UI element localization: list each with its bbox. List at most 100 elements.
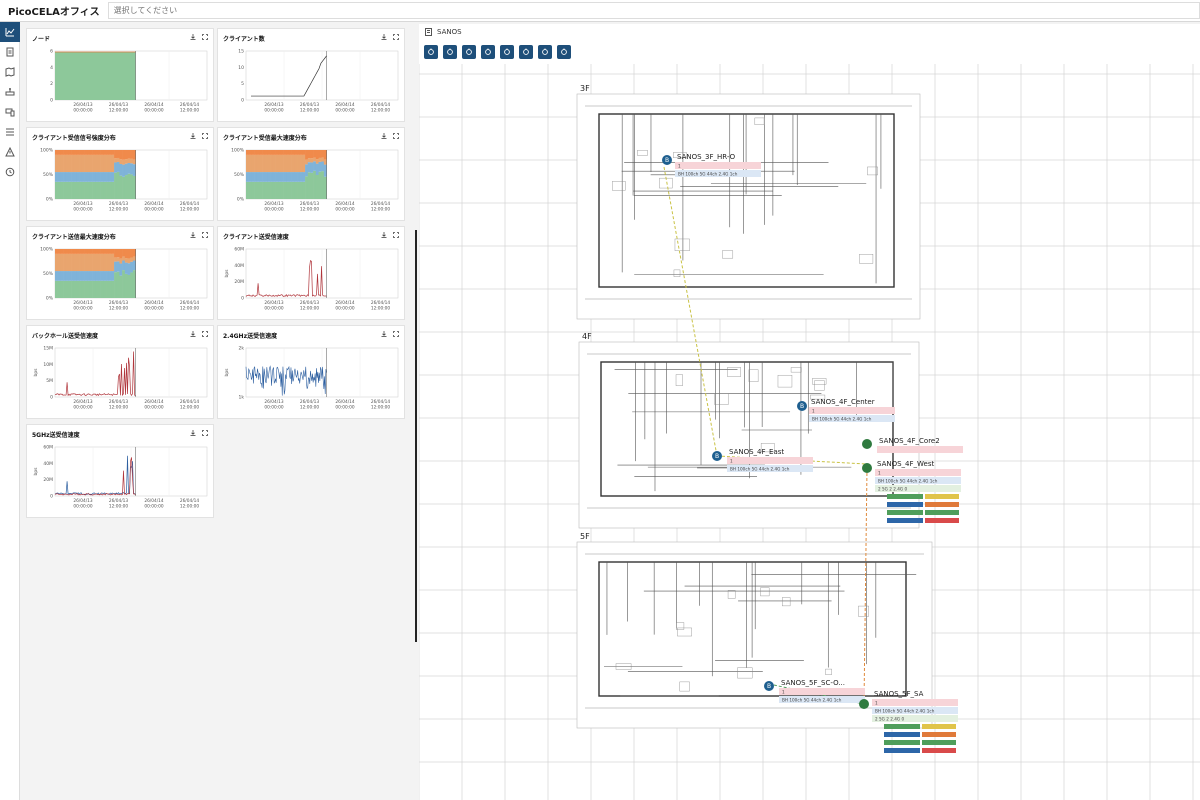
expand-icon[interactable] bbox=[202, 133, 208, 139]
stack-segment bbox=[124, 262, 128, 274]
stack-segment bbox=[116, 271, 120, 298]
sidebar-item-dashboard[interactable] bbox=[0, 22, 20, 42]
stack-segment bbox=[55, 249, 58, 254]
download-icon[interactable] bbox=[381, 232, 387, 238]
expand-icon[interactable] bbox=[202, 232, 208, 238]
stack-segment bbox=[100, 181, 104, 199]
y-tick-label: 0 bbox=[241, 98, 244, 104]
floor-map[interactable]: 3F 4F 5F 1 BH 100ch 5G 44ch 2.4G 1ch B SANOS_3… bbox=[419, 64, 1200, 800]
x-tick-label: 26/04/13 bbox=[73, 201, 93, 207]
stack-segment bbox=[65, 271, 69, 281]
x-tick-label: 00:00:00 bbox=[335, 405, 355, 411]
download-icon[interactable] bbox=[381, 331, 387, 337]
expand-icon[interactable] bbox=[393, 34, 399, 40]
y-tick-label: 0 bbox=[50, 98, 53, 104]
chart-plot: 60M40M20M0bps26/04/1300:00:0026/04/1312:… bbox=[33, 445, 208, 510]
signal-tool-button[interactable] bbox=[557, 45, 571, 59]
stack-segment bbox=[108, 271, 112, 281]
stack-segment bbox=[95, 253, 99, 272]
bar-chart-tool-button[interactable] bbox=[519, 45, 533, 59]
expand-icon[interactable] bbox=[202, 34, 208, 40]
sidebar-item-history[interactable] bbox=[0, 162, 20, 182]
download-icon[interactable] bbox=[190, 34, 196, 40]
stack-segment bbox=[60, 150, 64, 155]
stack-segment bbox=[71, 181, 75, 199]
stack-segment bbox=[55, 280, 58, 298]
stack-segment bbox=[283, 150, 287, 155]
list-icon bbox=[6, 128, 14, 136]
stack-segment bbox=[68, 172, 72, 182]
sidebar-item-nodes[interactable] bbox=[0, 82, 20, 102]
x-tick-label: 12:00:00 bbox=[109, 207, 129, 213]
download-icon[interactable] bbox=[381, 34, 387, 40]
x-tick-label: 26/04/13 bbox=[264, 300, 284, 306]
chart-title: 5GHz送受信速度 bbox=[32, 432, 80, 439]
stack-segment bbox=[95, 150, 99, 155]
sidebar-item-map[interactable] bbox=[0, 62, 20, 82]
x-tick-label: 26/04/14 bbox=[144, 498, 164, 504]
stack-segment bbox=[119, 175, 123, 199]
sidebar-item-clients[interactable] bbox=[0, 102, 20, 122]
download-icon[interactable] bbox=[190, 331, 196, 337]
node-alarm-row bbox=[727, 457, 813, 464]
crosshair-tool-button[interactable] bbox=[538, 45, 552, 59]
x-tick-label: 00:00:00 bbox=[335, 306, 355, 312]
wifi-tool-button[interactable] bbox=[481, 45, 495, 59]
stack-segment bbox=[297, 150, 301, 155]
download-icon[interactable] bbox=[190, 232, 196, 238]
stack-segment bbox=[87, 150, 91, 155]
sidebar-item-list[interactable] bbox=[0, 122, 20, 142]
stack-segment bbox=[65, 150, 69, 155]
sidebar-item-alerts[interactable] bbox=[0, 142, 20, 162]
stack-segment bbox=[84, 271, 88, 281]
stack-segment bbox=[127, 173, 131, 199]
expand-icon[interactable] bbox=[202, 430, 208, 436]
stack-segment bbox=[291, 181, 295, 199]
map-panel: SANOS 3F 4F 5F 1 BH 100ch 5G 44ch 2.4G 1ch B S… bbox=[419, 24, 1200, 800]
chart-panel: ノード 6 4 2 0 26/04/13 00:00:00 26/04/13 12:00:00 2… bbox=[22, 24, 414, 800]
stack-segment bbox=[283, 154, 287, 173]
stack-segment bbox=[63, 253, 67, 272]
expand-icon[interactable] bbox=[393, 133, 399, 139]
download-icon[interactable] bbox=[190, 430, 196, 436]
stack-segment bbox=[122, 260, 126, 271]
sliders-icon bbox=[447, 48, 453, 55]
stack-segment bbox=[127, 274, 131, 298]
expand-icon[interactable] bbox=[393, 331, 399, 337]
x-tick-label: 12:00:00 bbox=[109, 306, 129, 312]
location-select-input[interactable] bbox=[107, 2, 1200, 19]
chart-title: 2.4GHz送受信速度 bbox=[223, 333, 278, 340]
node-signal-bar bbox=[887, 518, 923, 523]
devices-tool-button[interactable] bbox=[500, 45, 514, 59]
sidebar-item-reports[interactable] bbox=[0, 42, 20, 62]
stack-segment bbox=[71, 253, 75, 272]
chart-title: ノード bbox=[32, 36, 51, 43]
stack-segment bbox=[122, 256, 126, 261]
pin-tool-button[interactable] bbox=[424, 45, 438, 59]
stack-segment bbox=[57, 249, 61, 254]
sliders-tool-button[interactable] bbox=[443, 45, 457, 59]
stack-segment bbox=[305, 176, 309, 199]
y-tick-label: 0% bbox=[46, 296, 54, 302]
download-icon[interactable] bbox=[381, 133, 387, 139]
stack-segment bbox=[111, 172, 115, 182]
stack-segment bbox=[111, 253, 115, 272]
x-tick-label: 12:00:00 bbox=[371, 306, 391, 312]
expand-icon[interactable] bbox=[393, 232, 399, 238]
lock-tool-button[interactable] bbox=[462, 45, 476, 59]
stack-segment bbox=[313, 150, 317, 158]
expand-icon[interactable] bbox=[202, 331, 208, 337]
node-alarm-count: 1 bbox=[730, 458, 733, 463]
stack-segment bbox=[76, 280, 80, 298]
chart-actions bbox=[381, 232, 399, 238]
stack-segment bbox=[60, 249, 64, 254]
stack-segment bbox=[111, 271, 115, 281]
mesh-node[interactable]: 1 BH 100ch 5G 44ch 2.4G 1ch 2 5G 2 2.4G 0 S… bbox=[859, 690, 958, 753]
download-icon[interactable] bbox=[190, 133, 196, 139]
panel-splitter[interactable] bbox=[415, 230, 417, 642]
stack-segment bbox=[114, 162, 118, 173]
stack-segment bbox=[262, 172, 266, 182]
stack-segment bbox=[122, 270, 126, 298]
x-tick-label: 12:00:00 bbox=[300, 405, 320, 411]
x-tick-label: 00:00:00 bbox=[144, 306, 164, 312]
